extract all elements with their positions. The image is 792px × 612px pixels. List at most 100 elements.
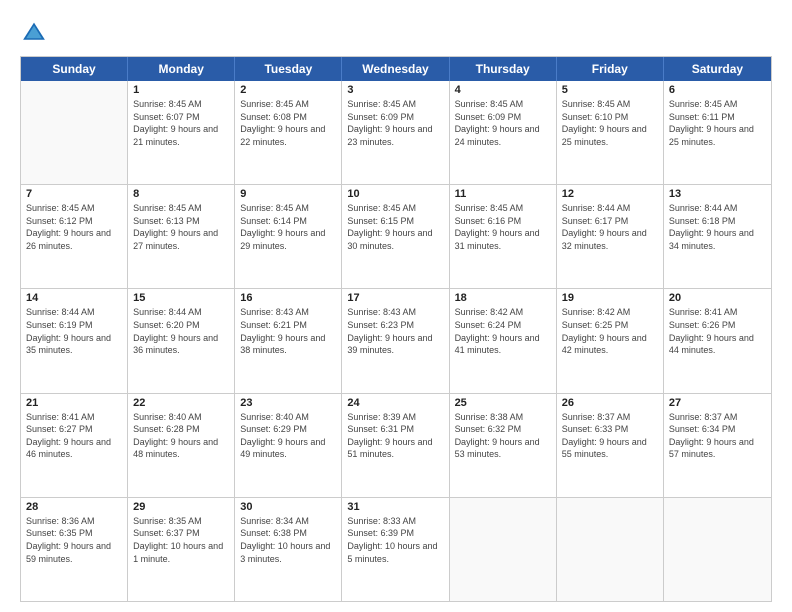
- calendar-header-row: SundayMondayTuesdayWednesdayThursdayFrid…: [21, 57, 771, 81]
- cal-week-1: 1 Sunrise: 8:45 AMSunset: 6:07 PMDaylight…: [21, 81, 771, 185]
- cal-cell: 8 Sunrise: 8:45 AMSunset: 6:13 PMDaylight…: [128, 185, 235, 288]
- day-info: Sunrise: 8:44 AMSunset: 6:17 PMDaylight:…: [562, 202, 658, 252]
- day-info: Sunrise: 8:42 AMSunset: 6:25 PMDaylight:…: [562, 306, 658, 356]
- cal-week-4: 21 Sunrise: 8:41 AMSunset: 6:27 PMDayligh…: [21, 394, 771, 498]
- day-info: Sunrise: 8:44 AMSunset: 6:19 PMDaylight:…: [26, 306, 122, 356]
- day-number: 30: [240, 501, 336, 513]
- day-number: 31: [347, 501, 443, 513]
- day-info: Sunrise: 8:45 AMSunset: 6:10 PMDaylight:…: [562, 98, 658, 148]
- day-info: Sunrise: 8:45 AMSunset: 6:16 PMDaylight:…: [455, 202, 551, 252]
- day-number: 12: [562, 188, 658, 200]
- cal-cell: 5 Sunrise: 8:45 AMSunset: 6:10 PMDaylight…: [557, 81, 664, 184]
- day-number: 21: [26, 397, 122, 409]
- day-info: Sunrise: 8:37 AMSunset: 6:33 PMDaylight:…: [562, 411, 658, 461]
- cal-cell: 25 Sunrise: 8:38 AMSunset: 6:32 PMDayligh…: [450, 394, 557, 497]
- cal-cell: 7Sunrise: 8:45 AMSunset: 6:12 PMDaylight…: [21, 185, 128, 288]
- cal-cell: 18Sunrise: 8:42 AMSunset: 6:24 PMDayligh…: [450, 289, 557, 392]
- cal-cell: 14 Sunrise: 8:44 AMSunset: 6:19 PMDayligh…: [21, 289, 128, 392]
- day-number: 13: [669, 188, 766, 200]
- cal-header-monday: Monday: [128, 57, 235, 81]
- cal-cell: 24Sunrise: 8:39 AMSunset: 6:31 PMDayligh…: [342, 394, 449, 497]
- cal-cell: 10 Sunrise: 8:45 AMSunset: 6:15 PMDayligh…: [342, 185, 449, 288]
- day-info: Sunrise: 8:45 AMSunset: 6:09 PMDaylight:…: [455, 98, 551, 148]
- cal-header-thursday: Thursday: [450, 57, 557, 81]
- day-info: Sunrise: 8:45 AMSunset: 6:08 PMDaylight:…: [240, 98, 336, 148]
- day-number: 23: [240, 397, 336, 409]
- day-info: Sunrise: 8:45 AMSunset: 6:07 PMDaylight:…: [133, 98, 229, 148]
- cal-cell: 11 Sunrise: 8:45 AMSunset: 6:16 PMDayligh…: [450, 185, 557, 288]
- cal-cell: 17Sunrise: 8:43 AMSunset: 6:23 PMDayligh…: [342, 289, 449, 392]
- page: SundayMondayTuesdayWednesdayThursdayFrid…: [0, 0, 792, 612]
- day-info: Sunrise: 8:45 AMSunset: 6:11 PMDaylight:…: [669, 98, 766, 148]
- cal-cell: 29 Sunrise: 8:35 AMSunset: 6:37 PMDayligh…: [128, 498, 235, 601]
- day-info: Sunrise: 8:35 AMSunset: 6:37 PMDaylight:…: [133, 515, 229, 565]
- day-info: Sunrise: 8:44 AMSunset: 6:20 PMDaylight:…: [133, 306, 229, 356]
- day-number: 11: [455, 188, 551, 200]
- cal-cell: 22 Sunrise: 8:40 AMSunset: 6:28 PMDayligh…: [128, 394, 235, 497]
- cal-cell: [450, 498, 557, 601]
- cal-cell: 19 Sunrise: 8:42 AMSunset: 6:25 PMDayligh…: [557, 289, 664, 392]
- logo: [20, 18, 52, 46]
- cal-cell: 4 Sunrise: 8:45 AMSunset: 6:09 PMDaylight…: [450, 81, 557, 184]
- header: [20, 18, 772, 46]
- cal-cell: 26 Sunrise: 8:37 AMSunset: 6:33 PMDayligh…: [557, 394, 664, 497]
- day-number: 15: [133, 292, 229, 304]
- cal-cell: 31 Sunrise: 8:33 AMSunset: 6:39 PMDayligh…: [342, 498, 449, 601]
- cal-cell: 1 Sunrise: 8:45 AMSunset: 6:07 PMDaylight…: [128, 81, 235, 184]
- day-number: 14: [26, 292, 122, 304]
- calendar: SundayMondayTuesdayWednesdayThursdayFrid…: [20, 56, 772, 602]
- day-info: Sunrise: 8:45 AMSunset: 6:14 PMDaylight:…: [240, 202, 336, 252]
- day-info: Sunrise: 8:37 AMSunset: 6:34 PMDaylight:…: [669, 411, 766, 461]
- day-info: Sunrise: 8:39 AMSunset: 6:31 PMDaylight:…: [347, 411, 443, 461]
- cal-cell: 23Sunrise: 8:40 AMSunset: 6:29 PMDayligh…: [235, 394, 342, 497]
- day-info: Sunrise: 8:45 AMSunset: 6:13 PMDaylight:…: [133, 202, 229, 252]
- cal-week-3: 14 Sunrise: 8:44 AMSunset: 6:19 PMDayligh…: [21, 289, 771, 393]
- cal-week-2: 7Sunrise: 8:45 AMSunset: 6:12 PMDaylight…: [21, 185, 771, 289]
- day-number: 18: [455, 292, 551, 304]
- day-number: 2: [240, 84, 336, 96]
- day-number: 25: [455, 397, 551, 409]
- day-info: Sunrise: 8:38 AMSunset: 6:32 PMDaylight:…: [455, 411, 551, 461]
- day-number: 6: [669, 84, 766, 96]
- day-info: Sunrise: 8:45 AMSunset: 6:09 PMDaylight:…: [347, 98, 443, 148]
- cal-header-friday: Friday: [557, 57, 664, 81]
- day-number: 9: [240, 188, 336, 200]
- day-number: 17: [347, 292, 443, 304]
- cal-cell: 15 Sunrise: 8:44 AMSunset: 6:20 PMDayligh…: [128, 289, 235, 392]
- day-number: 26: [562, 397, 658, 409]
- day-info: Sunrise: 8:40 AMSunset: 6:28 PMDaylight:…: [133, 411, 229, 461]
- day-info: Sunrise: 8:33 AMSunset: 6:39 PMDaylight:…: [347, 515, 443, 565]
- day-number: 10: [347, 188, 443, 200]
- cal-cell: 21 Sunrise: 8:41 AMSunset: 6:27 PMDayligh…: [21, 394, 128, 497]
- day-number: 19: [562, 292, 658, 304]
- day-number: 22: [133, 397, 229, 409]
- cal-cell: [664, 498, 771, 601]
- day-number: 16: [240, 292, 336, 304]
- cal-cell: 3 Sunrise: 8:45 AMSunset: 6:09 PMDaylight…: [342, 81, 449, 184]
- day-info: Sunrise: 8:41 AMSunset: 6:27 PMDaylight:…: [26, 411, 122, 461]
- cal-week-5: 28Sunrise: 8:36 AMSunset: 6:35 PMDayligh…: [21, 498, 771, 601]
- day-info: Sunrise: 8:34 AMSunset: 6:38 PMDaylight:…: [240, 515, 336, 565]
- logo-icon: [20, 18, 48, 46]
- day-number: 20: [669, 292, 766, 304]
- cal-cell: 30 Sunrise: 8:34 AMSunset: 6:38 PMDayligh…: [235, 498, 342, 601]
- cal-cell: [21, 81, 128, 184]
- cal-cell: 13Sunrise: 8:44 AMSunset: 6:18 PMDayligh…: [664, 185, 771, 288]
- day-number: 29: [133, 501, 229, 513]
- day-info: Sunrise: 8:43 AMSunset: 6:21 PMDaylight:…: [240, 306, 336, 356]
- cal-cell: 20 Sunrise: 8:41 AMSunset: 6:26 PMDayligh…: [664, 289, 771, 392]
- cal-header-wednesday: Wednesday: [342, 57, 449, 81]
- cal-cell: [557, 498, 664, 601]
- cal-cell: 9 Sunrise: 8:45 AMSunset: 6:14 PMDaylight…: [235, 185, 342, 288]
- day-info: Sunrise: 8:45 AMSunset: 6:15 PMDaylight:…: [347, 202, 443, 252]
- cal-header-sunday: Sunday: [21, 57, 128, 81]
- day-info: Sunrise: 8:41 AMSunset: 6:26 PMDaylight:…: [669, 306, 766, 356]
- cal-cell: 27 Sunrise: 8:37 AMSunset: 6:34 PMDayligh…: [664, 394, 771, 497]
- day-number: 8: [133, 188, 229, 200]
- day-number: 1: [133, 84, 229, 96]
- day-number: 5: [562, 84, 658, 96]
- cal-header-tuesday: Tuesday: [235, 57, 342, 81]
- day-number: 27: [669, 397, 766, 409]
- day-number: 4: [455, 84, 551, 96]
- day-number: 3: [347, 84, 443, 96]
